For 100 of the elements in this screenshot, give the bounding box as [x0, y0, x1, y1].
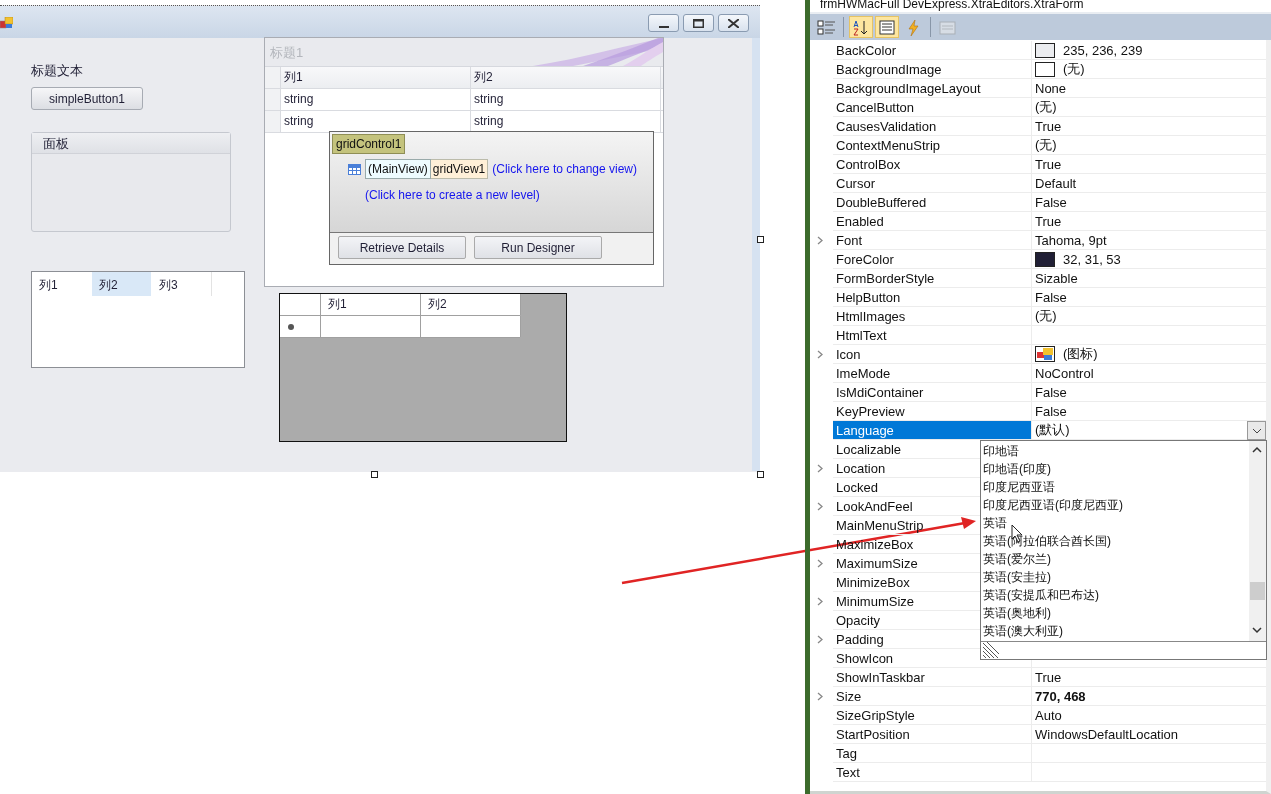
property-name[interactable]: ControlBox	[833, 155, 1032, 174]
property-value[interactable]: False	[1035, 384, 1067, 400]
main-view-label: (MainView)	[365, 159, 431, 179]
maximize-button[interactable]	[683, 14, 714, 32]
property-value[interactable]: (无)	[1035, 136, 1057, 154]
property-value[interactable]: (无)	[1035, 307, 1057, 325]
property-name[interactable]: Text	[833, 763, 1032, 782]
maximize-icon	[693, 18, 704, 28]
property-value[interactable]: False	[1035, 289, 1067, 305]
resize-handle[interactable]	[757, 236, 764, 243]
scrollbar[interactable]	[1249, 441, 1266, 641]
property-name[interactable]: Icon	[833, 345, 1032, 364]
new-level-link[interactable]: (Click here to create a new level)	[365, 188, 540, 202]
caption-label: 标题文本	[31, 62, 83, 80]
property-value[interactable]: True	[1035, 213, 1062, 229]
property-name[interactable]: ShowInTaskbar	[833, 668, 1032, 687]
property-name[interactable]: Font	[833, 231, 1032, 250]
minimize-icon	[658, 26, 669, 28]
column-header[interactable]: 列2	[421, 294, 521, 315]
property-value[interactable]: (无)	[1035, 98, 1057, 116]
property-name[interactable]: Size	[833, 687, 1032, 706]
control-tag: gridControl1	[332, 134, 406, 154]
property-value[interactable]: (无)	[1063, 60, 1085, 78]
form-icon	[0, 17, 13, 29]
data-grid-view[interactable]: 列1 列2	[279, 293, 567, 442]
chevron-up-icon[interactable]	[1252, 446, 1262, 453]
sort-az-icon[interactable]	[849, 16, 873, 38]
chevron-down-icon[interactable]	[1252, 627, 1262, 634]
designer-button[interactable]: Run Designer	[474, 236, 602, 259]
property-value[interactable]: 235, 236, 239	[1063, 42, 1143, 58]
property-name[interactable]: HelpButton	[833, 288, 1032, 307]
corner-cell	[265, 67, 281, 88]
change-view-link[interactable]: (Click here to change view)	[492, 162, 637, 176]
resize-grip-icon[interactable]	[983, 642, 999, 658]
property-name[interactable]: Cursor	[833, 174, 1032, 193]
chevron-right-icon[interactable]	[816, 597, 823, 606]
form-icon	[1035, 346, 1055, 362]
property-name[interactable]: CancelButton	[833, 98, 1032, 117]
chevron-right-icon[interactable]	[816, 692, 823, 701]
chevron-down-icon	[1251, 427, 1262, 434]
close-button[interactable]	[718, 14, 749, 32]
property-name[interactable]: ContextMenuStrip	[833, 136, 1032, 155]
panel-caption: 面板	[32, 133, 230, 154]
property-value[interactable]: 770, 468	[1035, 688, 1086, 704]
list-view[interactable]: 列1 列2 列3	[31, 271, 245, 368]
list-icon[interactable]	[875, 16, 899, 38]
property-name[interactable]: FormBorderStyle	[833, 269, 1032, 288]
column-header[interactable]: 列2	[92, 272, 152, 296]
column-header[interactable]: 列3	[152, 272, 212, 296]
designer-button[interactable]: Retrieve Details	[338, 236, 466, 259]
property-value[interactable]: True	[1035, 118, 1062, 134]
chevron-right-icon[interactable]	[816, 236, 823, 245]
image-swatch	[1035, 61, 1055, 77]
property-value[interactable]: Auto	[1035, 707, 1062, 723]
resize-handle[interactable]	[371, 471, 378, 478]
chevron-right-icon[interactable]	[816, 502, 823, 511]
view-name[interactable]: gridView1	[430, 159, 489, 179]
property-name[interactable]: ForeColor	[833, 250, 1032, 269]
column-header[interactable]: 列2	[471, 67, 661, 88]
property-name[interactable]: IsMdiContainer	[833, 383, 1032, 402]
property-value[interactable]: WindowsDefaultLocation	[1035, 726, 1179, 742]
property-value[interactable]: (图标)	[1063, 345, 1098, 363]
property-value[interactable]: Default	[1035, 175, 1077, 191]
simple-button[interactable]: simpleButton1	[31, 87, 143, 110]
property-name[interactable]: BackgroundImageLayout	[833, 79, 1032, 98]
property-name[interactable]: DoubleBuffered	[833, 193, 1032, 212]
property-value[interactable]: Tahoma, 9pt	[1035, 232, 1107, 248]
chevron-right-icon[interactable]	[816, 559, 823, 568]
property-value[interactable]: True	[1035, 156, 1062, 172]
table-cell: string	[281, 89, 471, 110]
column-header[interactable]: 列1	[281, 67, 471, 88]
property-value[interactable]: 32, 31, 53	[1063, 251, 1121, 267]
property-name[interactable]: SizeGripStyle	[833, 706, 1032, 725]
object-selector[interactable]: frmHWMacFull DevExpress.XtraEditors.XtraForm	[810, 0, 1271, 12]
property-value[interactable]: None	[1035, 80, 1067, 96]
property-value[interactable]: True	[1035, 669, 1062, 685]
dropdown-button[interactable]	[1247, 421, 1266, 440]
new-row-icon	[288, 324, 294, 330]
chevron-right-icon[interactable]	[816, 464, 823, 473]
property-value[interactable]: False	[1035, 194, 1067, 210]
property-name[interactable]: StartPosition	[833, 725, 1032, 744]
property-name[interactable]: BackColor	[833, 41, 1032, 60]
resize-handle[interactable]	[757, 471, 764, 478]
property-name[interactable]: Enabled	[833, 212, 1032, 231]
property-value[interactable]: NoControl	[1035, 365, 1094, 381]
property-name[interactable]: HtmlText	[833, 326, 1032, 345]
scroll-thumb[interactable]	[1250, 582, 1265, 600]
property-value[interactable]: False	[1035, 403, 1067, 419]
property-name[interactable]: Language	[833, 421, 1032, 440]
column-header[interactable]: 列1	[321, 294, 421, 315]
property-name[interactable]: Tag	[833, 744, 1032, 763]
property-name[interactable]: ImeMode	[833, 364, 1032, 383]
property-value[interactable]: Sizable	[1035, 270, 1078, 286]
property-name[interactable]: BackgroundImage	[833, 60, 1032, 79]
chevron-right-icon[interactable]	[816, 350, 823, 359]
property-name[interactable]: HtmlImages	[833, 307, 1032, 326]
property-name[interactable]: CausesValidation	[833, 117, 1032, 136]
chevron-right-icon[interactable]	[816, 635, 823, 644]
minimize-button[interactable]	[648, 14, 679, 32]
property-value[interactable]: (默认)	[1035, 421, 1070, 439]
